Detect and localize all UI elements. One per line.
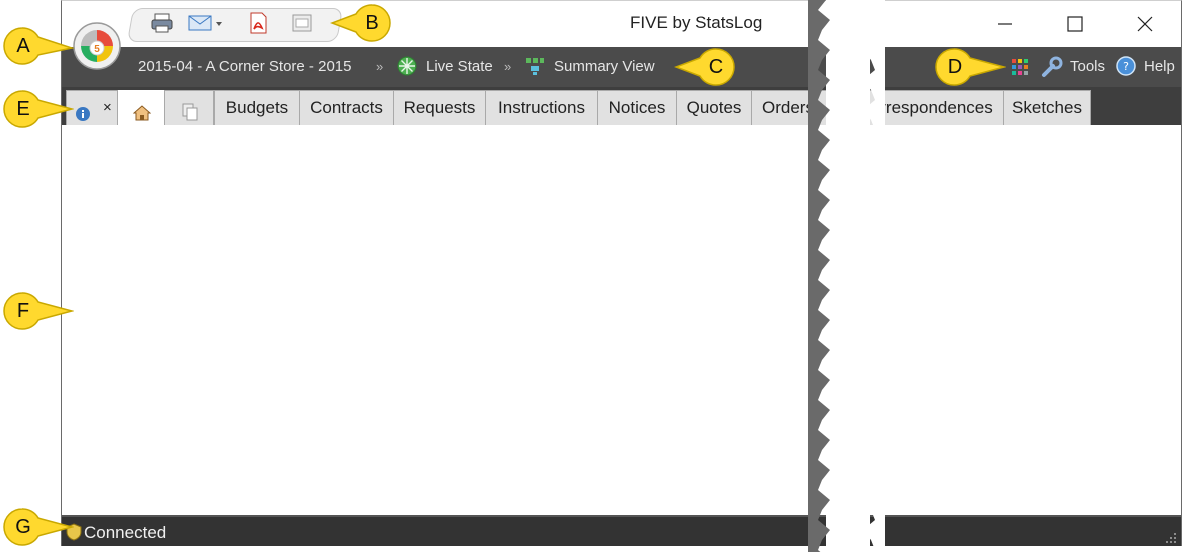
minimize-icon[interactable] (996, 15, 1014, 38)
callout-f: F (2, 291, 74, 331)
callout-d: D (934, 47, 1006, 87)
tab-contracts[interactable]: Contracts (299, 90, 394, 125)
email-dropdown-icon[interactable] (214, 12, 224, 34)
main-content-area (62, 125, 826, 515)
breadcrumb-separator: » (376, 59, 384, 74)
tab-bar-right: rrespondences Sketches (870, 87, 1181, 125)
callout-g-label: G (15, 516, 31, 538)
export-icon[interactable] (290, 12, 314, 34)
callout-g: G (2, 507, 74, 547)
callout-e-label: E (16, 98, 30, 120)
apps-grid-icon[interactable] (1010, 57, 1030, 82)
callout-b-label: B (365, 12, 379, 34)
help-icon[interactable]: ? (1115, 55, 1137, 82)
resize-grip-icon[interactable] (1165, 531, 1177, 546)
breadcrumb-state[interactable]: Live State (426, 58, 493, 75)
callout-c-label: C (708, 56, 724, 78)
callout-a-label: A (16, 35, 30, 57)
callout-c: C (674, 47, 735, 87)
svg-text:5: 5 (94, 44, 100, 55)
callout-a: A (2, 26, 74, 66)
tab-home[interactable] (118, 90, 164, 125)
torn-edge-left (808, 0, 830, 552)
close-tab-icon[interactable]: × (103, 91, 112, 125)
app-window-right: Tools ? Help rrespondences Sketches (870, 0, 1182, 546)
status-bar-right (870, 515, 1181, 546)
callout-d-label: D (947, 56, 963, 78)
tab-instructions[interactable]: Instructions (485, 90, 598, 125)
torn-edge-right (863, 0, 885, 552)
tab-documents[interactable] (164, 90, 214, 125)
connection-status: Connected (84, 523, 167, 542)
callout-b: B (330, 3, 391, 43)
callout-f-label: F (16, 300, 30, 322)
breadcrumb-separator: » (504, 59, 512, 74)
close-icon[interactable] (1136, 15, 1154, 38)
maximize-icon[interactable] (1066, 15, 1084, 38)
home-icon (132, 99, 152, 125)
app-logo-icon[interactable]: 5 (72, 21, 122, 76)
tools-button[interactable]: Tools (1070, 58, 1105, 75)
info-icon[interactable] (75, 100, 91, 125)
callout-e: E (2, 89, 74, 129)
status-bar: Connected (62, 515, 826, 546)
title-bar: FIVE by StatsLog (62, 1, 826, 47)
breadcrumb-project[interactable]: 2015-04 - A Corner Store - 2015 (138, 58, 351, 75)
tab-requests[interactable]: Requests (393, 90, 486, 125)
live-state-icon (396, 55, 418, 82)
breadcrumb-view[interactable]: Summary View (554, 58, 655, 75)
main-content-area-right (870, 125, 1181, 515)
tab-bar: × Budgets Contracts Requests Instruction… (62, 87, 826, 125)
tab-budgets[interactable]: Budgets (214, 90, 300, 125)
tab-sketches[interactable]: Sketches (1003, 90, 1091, 125)
title-bar-right (870, 1, 1181, 47)
summary-view-icon (524, 55, 546, 82)
tab-notices[interactable]: Notices (597, 90, 677, 125)
wrench-icon[interactable] (1040, 55, 1064, 84)
pdf-icon[interactable] (246, 12, 270, 34)
window-title: FIVE by StatsLog (630, 13, 763, 32)
svg-text:?: ? (1123, 60, 1129, 73)
tab-quotes[interactable]: Quotes (676, 90, 752, 125)
email-icon[interactable] (188, 12, 212, 34)
print-icon[interactable] (150, 12, 174, 34)
copy-icon (181, 99, 199, 125)
tab-correspondences[interactable]: rrespondences (870, 90, 1004, 125)
help-button[interactable]: Help (1144, 58, 1175, 75)
toolbar-right: Tools ? Help (870, 47, 1181, 87)
